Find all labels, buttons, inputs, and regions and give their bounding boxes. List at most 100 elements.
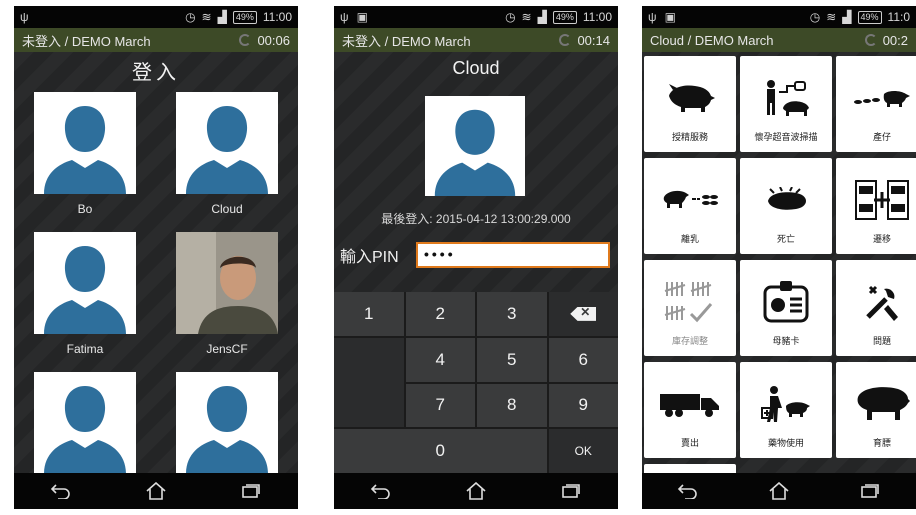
menu-item-label: 遷移 (872, 234, 891, 244)
user-name: Fatima (66, 342, 104, 356)
menu-item-farrowing[interactable]: 產仔 (836, 56, 916, 152)
key-8[interactable]: 8 (477, 383, 547, 428)
usb-icon: ψ (648, 10, 657, 24)
person-silhouette-icon (186, 386, 268, 473)
person-silhouette-icon (44, 106, 126, 194)
menu-item-label: 產仔 (872, 132, 891, 142)
key-6[interactable]: 6 (548, 337, 618, 382)
avatar (34, 92, 136, 194)
ultrasound-scan-icon (767, 80, 809, 116)
person-silhouette-icon (44, 386, 126, 473)
session-timer: 00:14 (577, 32, 610, 48)
menu-item-label: 藥物使用 (767, 438, 804, 448)
user-name: JensCF (206, 342, 248, 356)
menu-content: 授精服務 懷孕超音波掃描 產仔 離乳 死亡 遷移 庫存調整 母豬卡 問題 賣出 … (642, 52, 916, 473)
menu-item-transfer[interactable]: 遷移 (836, 158, 916, 254)
menu-item-insemination[interactable]: 授精服務 (644, 56, 736, 152)
user-tile-fatima[interactable]: Fatima (34, 232, 136, 356)
key-7[interactable]: 7 (405, 383, 475, 428)
clock: 11:0 (887, 10, 910, 24)
recent-apps-icon[interactable] (238, 480, 264, 502)
user-name: Cloud (211, 202, 243, 216)
menu-item-ultrasound[interactable]: 懷孕超音波掃描 (740, 56, 832, 152)
keypad-blank (334, 337, 404, 428)
battery-icon: 49% (552, 10, 577, 24)
menu-item-label: 庫存調整 (671, 336, 708, 346)
menu-item-death[interactable]: 死亡 (740, 158, 832, 254)
backspace-button[interactable] (548, 292, 618, 336)
key-5[interactable]: 5 (477, 337, 547, 382)
key-1[interactable]: 1 (334, 292, 404, 336)
key-2[interactable]: 2 (405, 292, 475, 336)
status-bar: ψ ◷ ≋ ▟ 49% 11:00 (14, 6, 298, 28)
back-icon[interactable] (368, 480, 394, 502)
app-bar-title: 未登入 / DEMO March (22, 33, 151, 49)
app-bar-title: 未登入 / DEMO March (342, 33, 471, 49)
menu-item-label: 育膘 (872, 438, 891, 448)
menu-item-label: 母豬卡 (772, 336, 800, 346)
wifi-icon: ≋ (521, 10, 532, 24)
recent-apps-icon[interactable] (857, 480, 883, 502)
wifi-icon: ≋ (201, 10, 212, 24)
user-tile-cloud[interactable]: Cloud (176, 92, 278, 216)
pin-input[interactable]: •••• (416, 242, 610, 268)
recent-apps-icon[interactable] (558, 480, 584, 502)
login-content: 登入 Bo Cloud Fatima JensCF (14, 52, 298, 473)
menu-item-medication[interactable]: 藥物使用 (740, 362, 832, 458)
user-tile[interactable] (176, 372, 278, 473)
avatar (425, 96, 525, 196)
ok-button[interactable]: OK (548, 429, 618, 473)
user-tile-bo[interactable]: Bo (34, 92, 136, 216)
dead-pig-icon (768, 187, 806, 210)
menu-item-label: 離乳 (680, 234, 699, 244)
menu-item-sale[interactable]: 賣出 (644, 362, 736, 458)
last-login-text: 最後登入: 2015-04-12 13:00:29.000 (381, 212, 571, 226)
sync-icon (559, 34, 572, 46)
avatar (34, 232, 136, 334)
page-title: 登入 (132, 62, 180, 84)
fattening-pig-icon (857, 387, 910, 420)
alarm-icon: ◷ (505, 10, 516, 24)
alarm-icon: ◷ (809, 10, 821, 24)
user-tile-jenscf[interactable]: JensCF (176, 232, 278, 356)
sync-icon (239, 34, 252, 46)
menu-item-fattening[interactable]: 育膘 (836, 362, 916, 458)
home-icon[interactable] (463, 480, 489, 502)
weaning-icon (663, 190, 718, 208)
phone-pin-screen: ψ ▣ ◷ ≋ ▟ 49% 11:00 未登入 / DEMO March 00:1… (334, 6, 618, 509)
menu-item-inventory[interactable]: 庫存調整 (644, 260, 736, 356)
clock: 11:00 (582, 10, 612, 24)
phone-menu-screen: ψ ▣ ◷ ≋ ▟ 49% 11:0 Cloud / DEMO March 00:… (642, 6, 916, 509)
menu-item-partial[interactable] (644, 464, 736, 473)
key-3[interactable]: 3 (477, 292, 547, 336)
screenshot-icon: ▣ (664, 10, 676, 24)
key-4[interactable]: 4 (405, 337, 475, 382)
user-name: Bo (77, 202, 93, 216)
menu-item-problems[interactable]: 問題 (836, 260, 916, 356)
nav-bar (14, 473, 298, 509)
key-9[interactable]: 9 (548, 383, 618, 428)
tools-icon (866, 285, 898, 321)
key-0[interactable]: 0 (334, 429, 547, 473)
person-photo-icon (176, 232, 278, 334)
nav-bar (334, 473, 618, 509)
home-icon[interactable] (766, 480, 792, 502)
menu-item-weaning[interactable]: 離乳 (644, 158, 736, 254)
app-bar: 未登入 / DEMO March 00:06 (14, 28, 298, 52)
sync-icon (864, 34, 877, 46)
menu-item-sow-card[interactable]: 母豬卡 (740, 260, 832, 356)
clock: 11:00 (262, 10, 292, 24)
home-icon[interactable] (143, 480, 169, 502)
user-tile[interactable] (34, 372, 136, 473)
back-icon[interactable] (48, 480, 74, 502)
back-icon[interactable] (675, 480, 701, 502)
app-bar: Cloud / DEMO March 00:2 (642, 28, 916, 52)
numeric-keypad: 1 2 3 4 5 6 7 8 9 0 OK (334, 292, 618, 473)
signal-icon: ▟ (842, 10, 852, 24)
avatar-photo (176, 232, 278, 334)
usb-icon: ψ (340, 10, 349, 24)
screenshot-icon: ▣ (356, 10, 368, 24)
inventory-adjust-icon (664, 282, 713, 323)
menu-item-label: 問題 (872, 336, 891, 346)
app-bar: 未登入 / DEMO March 00:14 (334, 28, 618, 52)
